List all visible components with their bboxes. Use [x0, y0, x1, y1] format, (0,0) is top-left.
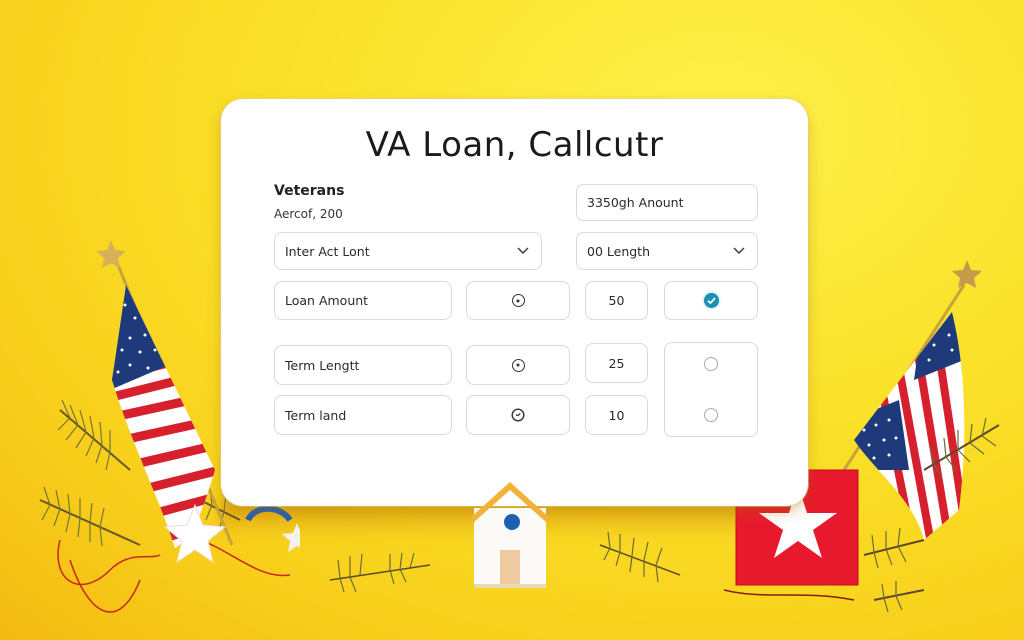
- clock-icon: [511, 408, 525, 422]
- length-dropdown-value: 00 Length: [587, 243, 650, 259]
- term-length-option-radio[interactable]: [704, 357, 718, 371]
- term-land-value-text: 10: [608, 407, 625, 423]
- radio-selected-icon: [511, 358, 525, 372]
- section-subtext: Aercof, 200: [274, 207, 343, 221]
- term-land-value[interactable]: 10: [585, 395, 648, 435]
- small-white-star-icon: [282, 523, 300, 552]
- loan-amount-field[interactable]: Loan Amount: [274, 281, 452, 320]
- term-land-radio-button[interactable]: [466, 395, 570, 435]
- amount-input[interactable]: 3350gh Anount: [576, 184, 758, 221]
- term-land-label: Term land: [285, 407, 347, 423]
- gold-star-icon: [96, 240, 126, 268]
- interest-dropdown-value: Inter Act Lont: [285, 243, 370, 259]
- loan-amount-value[interactable]: 50: [585, 281, 648, 320]
- radio-selected-icon: [511, 294, 525, 307]
- loan-amount-checkbox[interactable]: [664, 281, 758, 320]
- term-length-value-text: 25: [608, 355, 625, 371]
- chevron-down-icon: [517, 247, 529, 254]
- chevron-down-icon: [733, 247, 745, 254]
- loan-amount-value-text: 50: [608, 293, 625, 308]
- house-figurine-icon: [470, 482, 550, 588]
- blue-ribbon-icon: [245, 505, 293, 522]
- term-options-group: [664, 342, 758, 437]
- red-string-icon: [57, 539, 291, 613]
- interest-dropdown[interactable]: Inter Act Lont: [274, 232, 542, 270]
- term-length-radio-button[interactable]: [466, 345, 570, 385]
- term-length-label: Term Lengtt: [285, 357, 360, 373]
- loan-amount-label: Loan Amount: [285, 293, 369, 308]
- term-land-option-radio[interactable]: [704, 408, 718, 422]
- calculator-card: VA Loan, Callcutr Veterans Aercof, 200 3…: [221, 99, 808, 506]
- loan-amount-radio-button[interactable]: [466, 281, 570, 320]
- section-label: Veterans: [274, 183, 345, 199]
- calculator-title: VA Loan, Callcutr: [365, 125, 664, 165]
- term-length-field[interactable]: Term Lengtt: [274, 345, 452, 385]
- length-dropdown[interactable]: 00 Length: [576, 232, 758, 270]
- term-land-field[interactable]: Term land: [274, 395, 452, 435]
- check-circle-icon: [703, 293, 719, 308]
- gold-star-icon: [952, 260, 982, 288]
- term-length-value[interactable]: 25: [585, 343, 648, 383]
- us-flag-icon: [854, 312, 965, 540]
- red-string-icon: [724, 589, 855, 601]
- amount-input-value: 3350gh Anount: [587, 195, 684, 210]
